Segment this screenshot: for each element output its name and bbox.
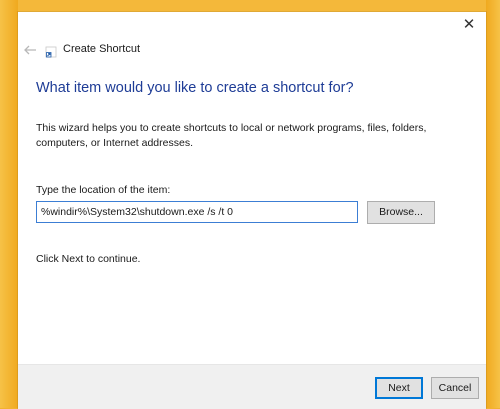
shortcut-icon	[45, 45, 57, 58]
window-title: Create Shortcut	[63, 43, 141, 55]
browse-button[interactable]: Browse...	[367, 201, 435, 224]
desktop-background-top	[0, 0, 500, 12]
desktop-background-left	[0, 0, 18, 408]
location-input[interactable]	[36, 201, 358, 223]
wizard-description: This wizard helps you to create shortcut…	[36, 122, 427, 149]
create-shortcut-dialog: ✕ Create Shortcut What item would you li…	[18, 12, 486, 409]
dialog-footer: Next Cancel	[18, 364, 486, 409]
close-icon[interactable]: ✕	[458, 14, 480, 36]
continue-hint: Click Next to continue.	[36, 253, 141, 265]
page-heading: What item would you like to create a sho…	[36, 80, 354, 96]
title-bar: ✕ Create Shortcut	[18, 12, 486, 82]
back-arrow-icon[interactable]	[22, 42, 38, 58]
next-button[interactable]: Next	[375, 377, 423, 399]
cancel-button[interactable]: Cancel	[431, 377, 479, 399]
desktop-background-right	[486, 0, 500, 408]
location-label: Type the location of the item:	[36, 184, 171, 196]
